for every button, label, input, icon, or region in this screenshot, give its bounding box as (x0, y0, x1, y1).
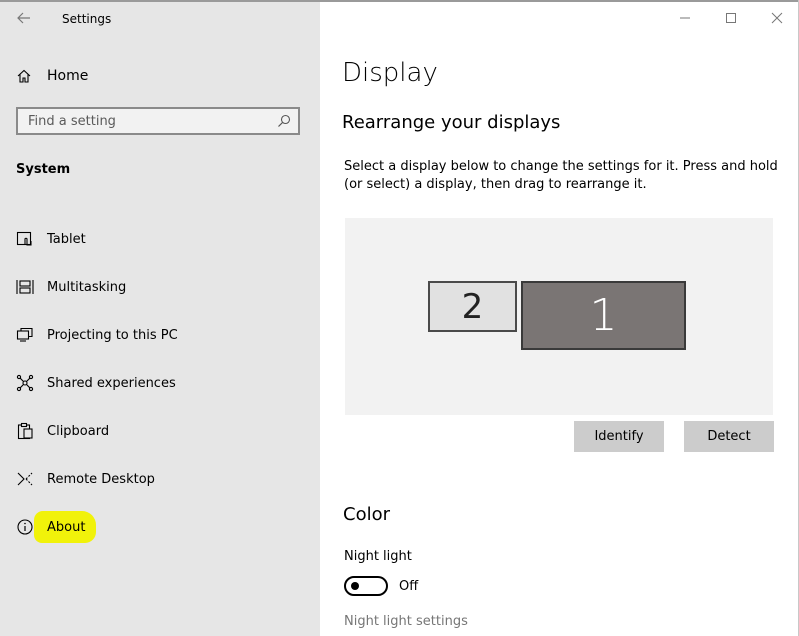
clipboard-icon (17, 422, 33, 440)
monitor-2-tile[interactable]: 2 (428, 281, 517, 332)
sidebar-item-remote-desktop[interactable]: Remote Desktop (16, 468, 155, 490)
monitor-1-tile[interactable]: 1 (521, 281, 686, 350)
search-input[interactable] (18, 109, 278, 133)
section-title-system: System (16, 162, 71, 177)
close-button[interactable] (754, 6, 799, 30)
detect-button[interactable]: Detect (684, 421, 774, 452)
sidebar-item-label: Projecting to this PC (47, 327, 178, 343)
sidebar-item-tablet[interactable]: Tablet (16, 228, 86, 250)
remote-desktop-icon (17, 472, 33, 486)
sidebar-item-label: Shared experiences (47, 375, 176, 391)
identify-button[interactable]: Identify (574, 421, 664, 452)
sidebar-item-projecting[interactable]: Projecting to this PC (16, 324, 178, 346)
sidebar-item-label: About (47, 519, 86, 535)
night-light-settings-link[interactable]: Night light settings (344, 614, 468, 629)
toggle-knob (351, 582, 359, 590)
sidebar-item-about[interactable]: About (16, 516, 85, 538)
minimize-icon (680, 17, 690, 19)
sidebar-item-label: Multitasking (47, 279, 127, 295)
projecting-icon (16, 327, 33, 342)
multitasking-icon (16, 280, 34, 294)
night-light-toggle[interactable] (344, 576, 388, 596)
rearrange-description: Select a display below to change the set… (344, 159, 778, 192)
sidebar-item-shared-experiences[interactable]: Shared experiences (16, 372, 176, 394)
home-icon (17, 69, 31, 83)
tablet-icon (16, 231, 32, 246)
search-box (16, 107, 300, 135)
back-arrow-icon[interactable] (14, 8, 34, 28)
minimize-button[interactable] (662, 6, 708, 30)
home-nav-item[interactable]: Home (16, 66, 88, 86)
night-light-state: Off (399, 579, 419, 594)
home-label: Home (47, 68, 89, 84)
close-icon (771, 12, 783, 24)
color-heading: Color (343, 504, 390, 525)
sidebar-item-label: Tablet (47, 231, 86, 247)
night-light-label: Night light (344, 549, 412, 564)
sidebar-item-multitasking[interactable]: Multitasking (16, 276, 126, 298)
sidebar: Settings Home System Tablet Multitasking… (0, 2, 320, 636)
maximize-button[interactable] (708, 6, 754, 30)
sidebar-item-label: Clipboard (47, 423, 110, 439)
info-icon (17, 519, 33, 535)
maximize-icon (726, 13, 736, 23)
page-title: Display (342, 58, 438, 88)
shared-experiences-icon (16, 374, 34, 392)
sidebar-item-clipboard[interactable]: Clipboard (16, 420, 109, 442)
search-icon[interactable] (277, 114, 291, 128)
window-title: Settings (62, 12, 112, 26)
rearrange-heading: Rearrange your displays (342, 112, 561, 133)
sidebar-item-label: Remote Desktop (47, 471, 155, 487)
